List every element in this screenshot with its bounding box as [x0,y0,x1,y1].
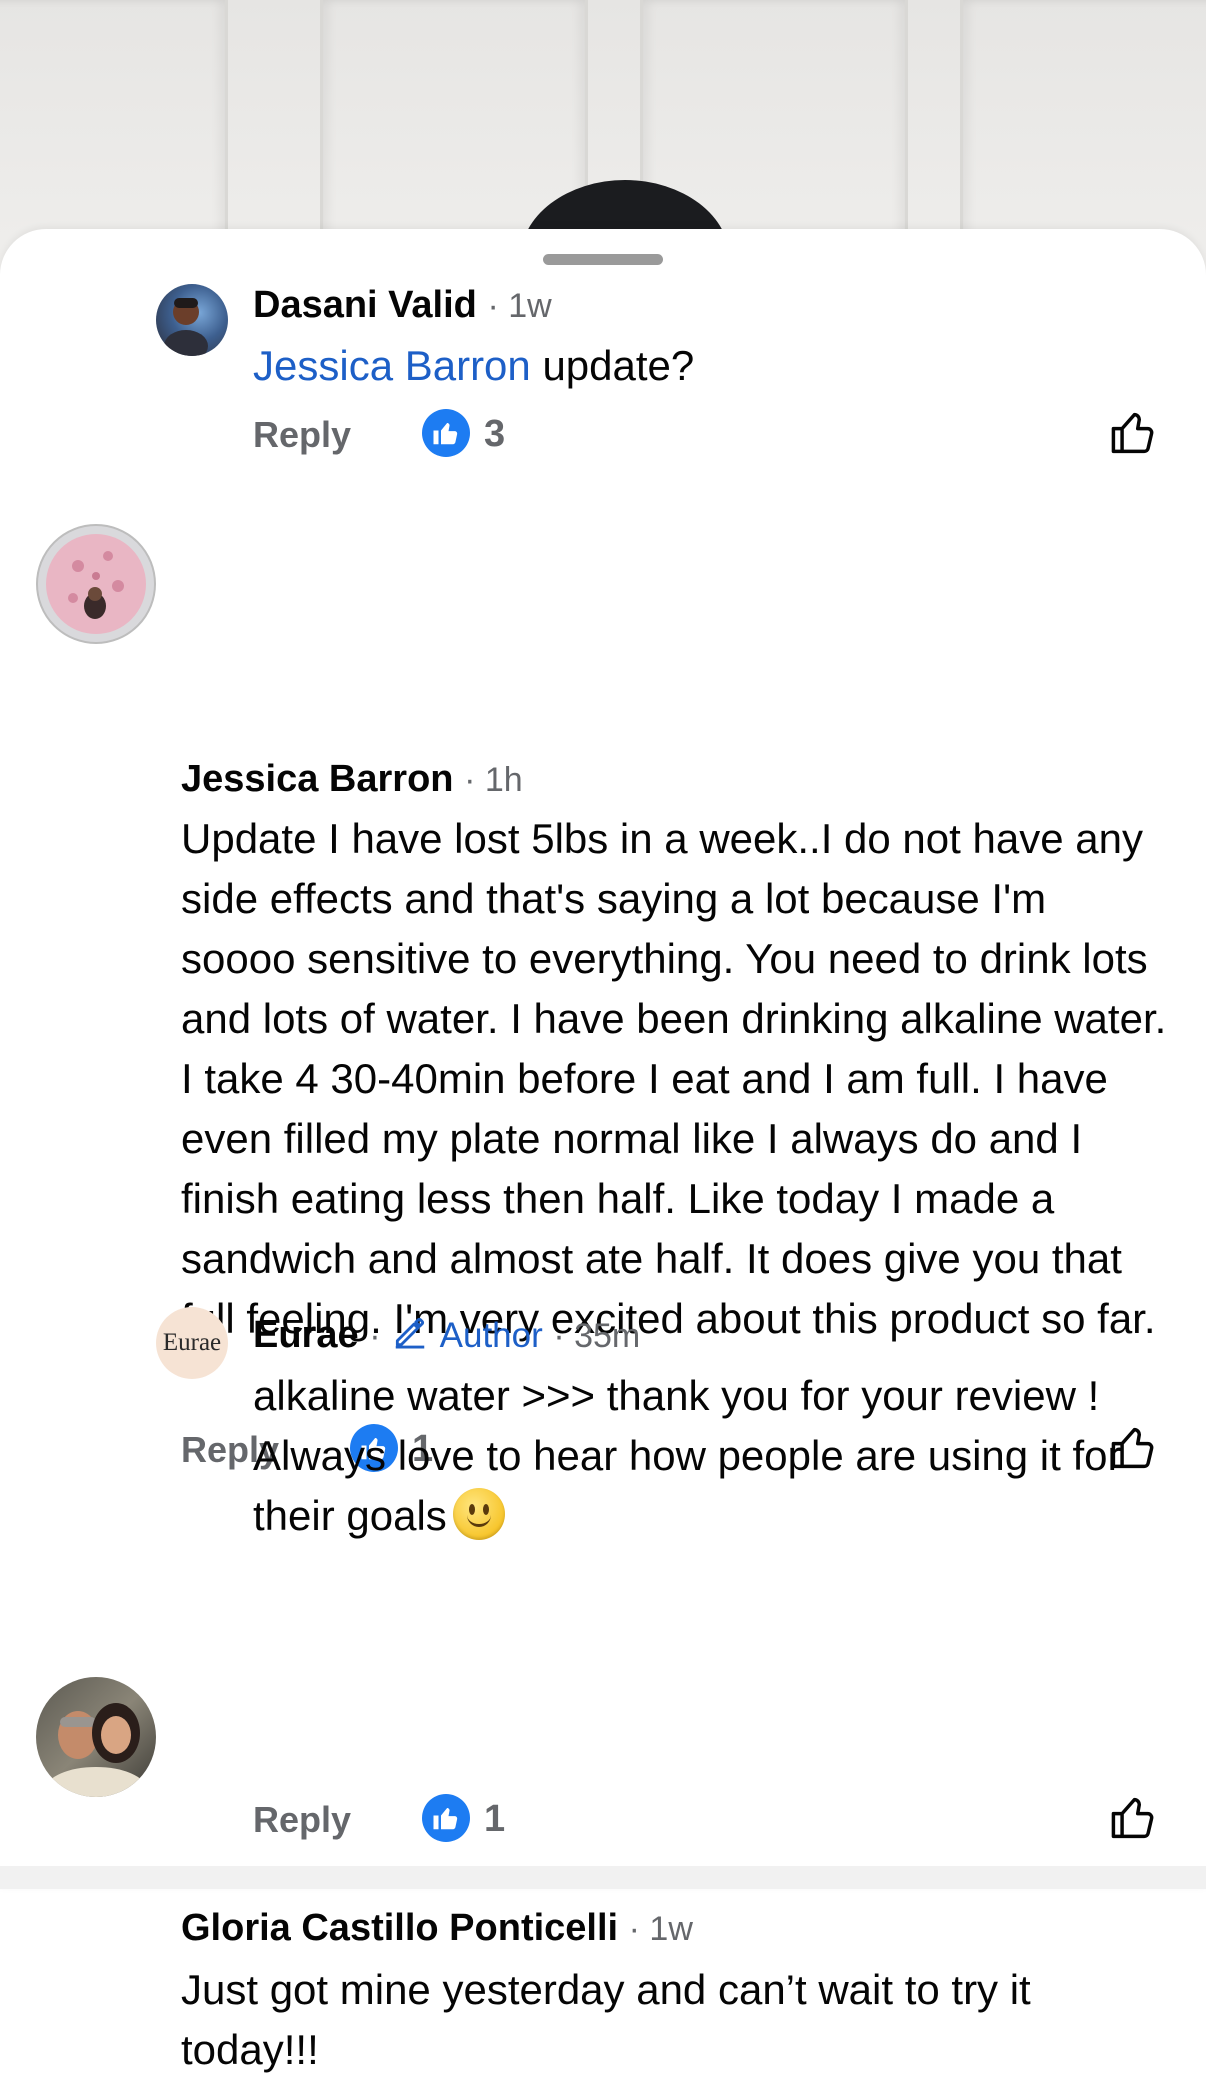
comment-time: · 1h [464,761,523,799]
comment-text: alkaline water >>> thank you for your re… [253,1366,1183,1546]
comments-sheet: Dasani Valid · 1w Jessica Barron update?… [0,229,1206,2073]
comment-time: · 1w [628,1910,693,1948]
commenter-name[interactable]: Eurae [253,1314,359,1356]
commenter-name[interactable]: Gloria Castillo Ponticelli [181,1907,618,1949]
comment-header: Jessica Barron · 1h [181,756,523,803]
author-badge-label: Author [439,1316,543,1355]
thumbs-up-filled-icon[interactable] [422,1794,470,1842]
avatar-text: Eurae [162,1329,222,1356]
reply-button[interactable]: Reply [253,1799,351,1841]
thumbs-up-filled-icon[interactable] [422,409,470,457]
sheet-grabber[interactable] [543,254,663,265]
avatar[interactable]: Eurae [156,1307,228,1379]
comment-body: Just got mine yesterday and can’t wait t… [181,1966,1031,2073]
thumbs-up-outline-icon[interactable] [1108,407,1160,459]
like-count: 3 [484,413,506,455]
comment-text: Jessica Barron update? [253,336,1153,396]
comment-time: · 1w [487,287,552,325]
commenter-name[interactable]: Jessica Barron [181,758,454,800]
comment-body: Update I have lost 5lbs in a week..I do … [181,815,1167,1342]
avatar[interactable] [156,284,228,356]
bottom-input-bar[interactable] [0,1866,1206,1889]
comment-header: Gloria Castillo Ponticelli · 1w [181,1905,693,1952]
comment-body: alkaline water >>> thank you for your re… [253,1372,1122,1539]
slightly-smiling-face-emoji [452,1488,505,1540]
comment-header: Dasani Valid · 1w [253,282,552,329]
commenter-name[interactable]: Dasani Valid [253,284,477,326]
thumbs-up-outline-icon[interactable] [1108,1792,1160,1844]
avatar[interactable] [36,1677,156,1797]
like-count: 1 [484,1798,506,1840]
comment-body: update? [530,342,695,389]
comment-header: Eurae · Author · 35m [253,1312,640,1359]
reply-button[interactable]: Reply [253,414,351,456]
mention-link[interactable]: Jessica Barron [253,342,531,389]
pencil-icon [395,1317,425,1349]
avatar[interactable] [36,524,156,644]
separator: · [369,1317,381,1355]
comment-time: · 35m [553,1317,641,1355]
